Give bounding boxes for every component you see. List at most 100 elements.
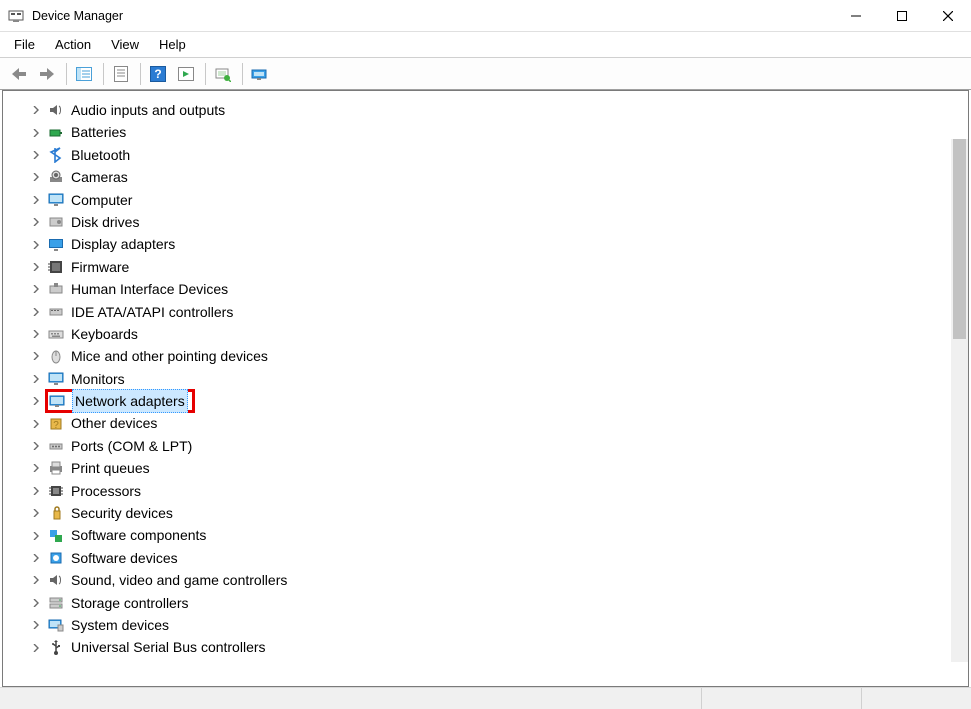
tree-item-bluetooth[interactable]: Bluetooth — [29, 144, 968, 166]
scan-hardware-button[interactable] — [210, 61, 236, 87]
tree-item-label: Mice and other pointing devices — [71, 345, 268, 367]
tree-item-cameras[interactable]: Cameras — [29, 166, 968, 188]
ide-icon — [47, 303, 65, 321]
show-hide-tree-button[interactable] — [71, 61, 97, 87]
svg-text:?: ? — [53, 420, 59, 431]
expand-chevron-icon[interactable] — [29, 372, 43, 386]
tree-item-label: Bluetooth — [71, 144, 130, 166]
expand-chevron-icon[interactable] — [29, 349, 43, 363]
tree-item-audio-inputs-and-outputs[interactable]: Audio inputs and outputs — [29, 99, 968, 121]
tree-item-label: Batteries — [71, 121, 126, 143]
expand-chevron-icon[interactable] — [29, 618, 43, 632]
menu-view[interactable]: View — [101, 34, 149, 55]
expand-chevron-icon[interactable] — [29, 282, 43, 296]
expand-chevron-icon[interactable] — [29, 596, 43, 610]
expand-chevron-icon[interactable] — [29, 260, 43, 274]
nav-back-button[interactable] — [6, 61, 32, 87]
vertical-scrollbar[interactable] — [951, 139, 968, 662]
usb-icon — [47, 639, 65, 657]
expand-chevron-icon[interactable] — [29, 126, 43, 140]
nav-forward-button[interactable] — [34, 61, 60, 87]
tree-item-monitors[interactable]: Monitors — [29, 368, 968, 390]
minimize-button[interactable] — [833, 0, 879, 31]
window-controls — [833, 0, 971, 31]
tree-item-ports-com-lpt[interactable]: Ports (COM & LPT) — [29, 435, 968, 457]
tree-item-disk-drives[interactable]: Disk drives — [29, 211, 968, 233]
app-icon — [8, 8, 24, 24]
speaker-icon — [47, 101, 65, 119]
devices-printers-button[interactable] — [247, 61, 273, 87]
window-title: Device Manager — [32, 9, 123, 23]
expand-chevron-icon[interactable] — [29, 551, 43, 565]
action-ext-button[interactable] — [173, 61, 199, 87]
tree-item-computer[interactable]: Computer — [29, 189, 968, 211]
tree-item-sound-video-and-game-controllers[interactable]: Sound, video and game controllers — [29, 569, 968, 591]
display-icon — [47, 236, 65, 254]
expand-chevron-icon[interactable] — [29, 439, 43, 453]
tree-item-label: Firmware — [71, 256, 129, 278]
tree-item-display-adapters[interactable]: Display adapters — [29, 233, 968, 255]
maximize-button[interactable] — [879, 0, 925, 31]
expand-chevron-icon[interactable] — [29, 417, 43, 431]
menu-action[interactable]: Action — [45, 34, 101, 55]
tree-item-processors[interactable]: Processors — [29, 480, 968, 502]
toolbar-separator — [205, 63, 206, 85]
status-cell — [861, 688, 971, 709]
tree-item-label: Print queues — [71, 457, 150, 479]
toolbar-separator — [66, 63, 67, 85]
highlighted-tree-item[interactable]: Network adapters — [45, 389, 195, 413]
expand-chevron-icon[interactable] — [29, 170, 43, 184]
menu-file[interactable]: File — [4, 34, 45, 55]
expand-chevron-icon[interactable] — [29, 529, 43, 543]
tree-item-network-adapters[interactable]: Network adapters — [29, 390, 968, 412]
keyboard-icon — [47, 325, 65, 343]
tree-item-mice-and-other-pointing-devices[interactable]: Mice and other pointing devices — [29, 345, 968, 367]
expand-chevron-icon[interactable] — [29, 641, 43, 655]
cpu-icon — [47, 482, 65, 500]
expand-chevron-icon[interactable] — [29, 238, 43, 252]
properties-button[interactable] — [108, 61, 134, 87]
tree-item-universal-serial-bus-controllers[interactable]: Universal Serial Bus controllers — [29, 636, 968, 658]
software-comp-icon — [47, 527, 65, 545]
tree-item-ide-ata-atapi-controllers[interactable]: IDE ATA/ATAPI controllers — [29, 301, 968, 323]
security-icon — [47, 504, 65, 522]
tree-item-keyboards[interactable]: Keyboards — [29, 323, 968, 345]
expand-chevron-icon[interactable] — [29, 484, 43, 498]
speaker-icon — [47, 571, 65, 589]
tree-item-label: System devices — [71, 614, 169, 636]
scrollbar-thumb[interactable] — [953, 139, 966, 339]
other-icon: ? — [47, 415, 65, 433]
device-tree[interactable]: Audio inputs and outputsBatteriesBluetoo… — [3, 91, 968, 667]
tree-item-print-queues[interactable]: Print queues — [29, 457, 968, 479]
help-button[interactable]: ? — [145, 61, 171, 87]
close-button[interactable] — [925, 0, 971, 31]
tree-item-human-interface-devices[interactable]: Human Interface Devices — [29, 278, 968, 300]
expand-chevron-icon[interactable] — [29, 461, 43, 475]
expand-chevron-icon[interactable] — [29, 394, 43, 408]
battery-icon — [47, 124, 65, 142]
expand-chevron-icon[interactable] — [29, 573, 43, 587]
expand-chevron-icon[interactable] — [29, 148, 43, 162]
status-bar — [0, 687, 971, 709]
tree-item-security-devices[interactable]: Security devices — [29, 502, 968, 524]
expand-chevron-icon[interactable] — [29, 215, 43, 229]
expand-chevron-icon[interactable] — [29, 305, 43, 319]
status-cell — [701, 688, 861, 709]
tree-item-batteries[interactable]: Batteries — [29, 121, 968, 143]
tree-item-other-devices[interactable]: ?Other devices — [29, 412, 968, 434]
expand-chevron-icon[interactable] — [29, 506, 43, 520]
menubar: File Action View Help — [0, 32, 971, 58]
expand-chevron-icon[interactable] — [29, 193, 43, 207]
menu-help[interactable]: Help — [149, 34, 196, 55]
tree-item-storage-controllers[interactable]: Storage controllers — [29, 592, 968, 614]
storage-icon — [47, 594, 65, 612]
network-icon — [48, 392, 66, 410]
tree-item-label: Sound, video and game controllers — [71, 569, 287, 591]
tree-item-system-devices[interactable]: System devices — [29, 614, 968, 636]
expand-chevron-icon[interactable] — [29, 327, 43, 341]
tree-item-firmware[interactable]: Firmware — [29, 256, 968, 278]
tree-item-software-components[interactable]: Software components — [29, 524, 968, 546]
expand-chevron-icon[interactable] — [29, 103, 43, 117]
tree-item-software-devices[interactable]: Software devices — [29, 547, 968, 569]
tree-item-label: Monitors — [71, 368, 125, 390]
